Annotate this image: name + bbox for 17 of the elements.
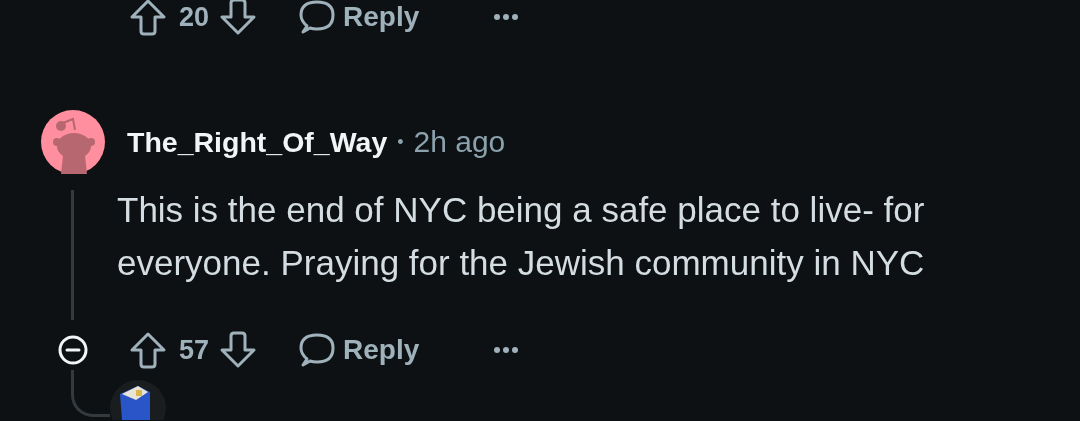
- reply-button[interactable]: Reply: [297, 0, 420, 36]
- more-options-icon[interactable]: [493, 13, 520, 21]
- timestamp: 2h ago: [413, 125, 506, 159]
- more-options-icon[interactable]: [493, 346, 520, 354]
- reply-button[interactable]: Reply: [297, 331, 420, 369]
- avatar-icon[interactable]: [41, 110, 105, 174]
- avatar-icon: [110, 380, 166, 420]
- vote-count: 20: [179, 1, 210, 33]
- collapse-icon[interactable]: [58, 335, 88, 365]
- separator-dot: •: [397, 131, 404, 153]
- username[interactable]: The_Right_Of_Way: [127, 125, 388, 159]
- comment-text: This is the end of NYC being a safe place to live- for everyone. Praying for the Jewish community in NYC: [117, 189, 926, 284]
- vote-count: 57: [179, 334, 210, 366]
- downvote-icon[interactable]: [219, 0, 258, 36]
- upvote-icon[interactable]: [129, 0, 167, 36]
- downvote-icon[interactable]: [219, 331, 258, 369]
- upvote-icon[interactable]: [129, 331, 167, 369]
